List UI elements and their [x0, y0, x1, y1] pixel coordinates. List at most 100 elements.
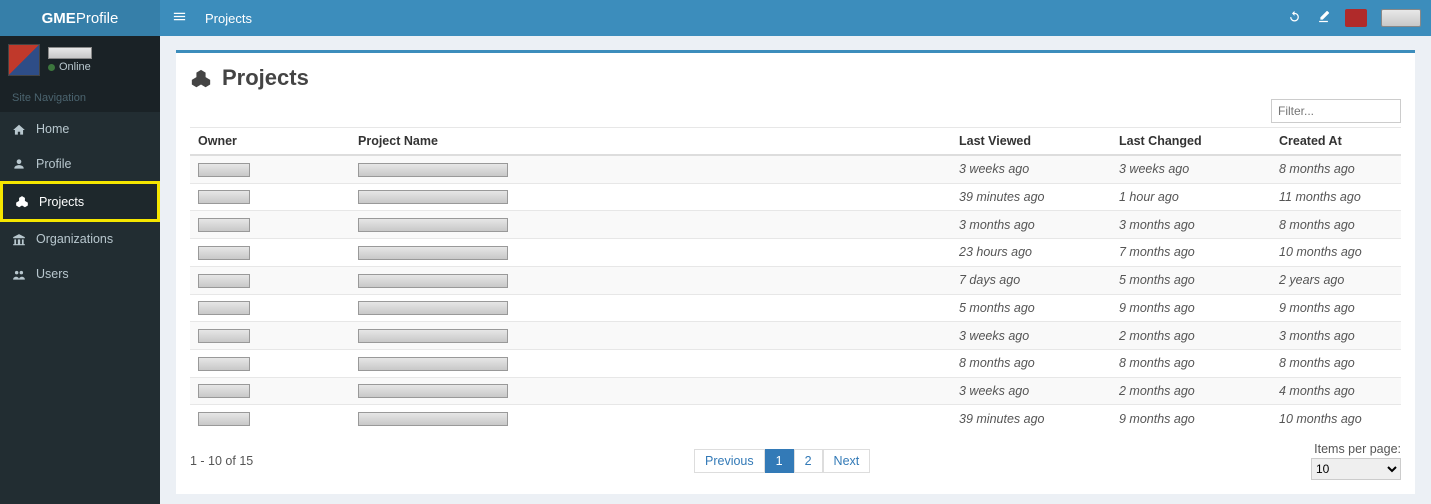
sidebar-item-profile[interactable]: Profile	[0, 147, 160, 182]
cell-last-changed: 7 months ago	[1111, 239, 1271, 267]
table-row[interactable]: 5 months ago9 months ago9 months ago	[190, 294, 1401, 322]
refresh-icon[interactable]	[1287, 9, 1302, 27]
cell-last-viewed: 5 months ago	[951, 294, 1111, 322]
owner-redacted	[198, 301, 250, 315]
sidebar-user-name-redacted	[48, 47, 92, 59]
brush-icon[interactable]	[1316, 9, 1331, 27]
top-bar: GMEProfile Projects	[0, 0, 1431, 36]
cubes-icon	[190, 65, 212, 91]
owner-redacted	[198, 274, 250, 288]
sidebar-nav-header: Site Navigation	[0, 84, 160, 112]
range-indicator: 1 - 10 of 15	[190, 454, 253, 468]
cell-last-changed: 2 months ago	[1111, 377, 1271, 405]
owner-redacted	[198, 384, 250, 398]
cell-last-viewed: 39 minutes ago	[951, 183, 1111, 211]
cell-last-changed: 3 weeks ago	[1111, 155, 1271, 183]
sidebar-item-label: Home	[36, 122, 69, 136]
table-row[interactable]: 8 months ago8 months ago8 months ago	[190, 349, 1401, 377]
project-name-redacted	[358, 218, 508, 232]
col-created[interactable]: Created At	[1271, 128, 1401, 156]
table-footer: 1 - 10 of 15 Previous 1 2 Next Items per…	[190, 442, 1401, 480]
owner-redacted	[198, 218, 250, 232]
brand-bold: GME	[42, 10, 76, 27]
page-previous[interactable]: Previous	[694, 449, 765, 473]
sidebar-user-status: Online	[48, 61, 92, 73]
project-name-redacted	[358, 190, 508, 204]
institution-icon	[12, 232, 26, 247]
table-row[interactable]: 3 weeks ago2 months ago3 months ago	[190, 322, 1401, 350]
cell-last-viewed: 8 months ago	[951, 349, 1111, 377]
users-icon	[12, 267, 26, 282]
cell-created-at: 4 months ago	[1271, 377, 1401, 405]
brand-logo[interactable]: GMEProfile	[0, 0, 160, 36]
filter-input[interactable]	[1271, 99, 1401, 123]
owner-redacted	[198, 357, 250, 371]
project-name-redacted	[358, 301, 508, 315]
pager: Previous 1 2 Next	[694, 449, 870, 473]
page-1[interactable]: 1	[765, 449, 794, 473]
sidebar-item-label: Projects	[39, 195, 84, 209]
cell-last-changed: 9 months ago	[1111, 294, 1271, 322]
cell-created-at: 3 months ago	[1271, 322, 1401, 350]
cell-last-changed: 8 months ago	[1111, 349, 1271, 377]
sidebar-item-label: Profile	[36, 157, 71, 171]
user-avatar-icon[interactable]	[1345, 9, 1367, 27]
home-icon	[12, 122, 26, 137]
table-row[interactable]: 23 hours ago7 months ago10 months ago	[190, 239, 1401, 267]
cell-created-at: 8 months ago	[1271, 211, 1401, 239]
table-row[interactable]: 3 months ago3 months ago8 months ago	[190, 211, 1401, 239]
cell-last-viewed: 7 days ago	[951, 266, 1111, 294]
page-next[interactable]: Next	[823, 449, 871, 473]
cell-last-viewed: 39 minutes ago	[951, 405, 1111, 432]
project-name-redacted	[358, 384, 508, 398]
sidebar-item-users[interactable]: Users	[0, 257, 160, 292]
sidebar-item-organizations[interactable]: Organizations	[0, 222, 160, 257]
sidebar-toggle-icon[interactable]	[172, 9, 187, 27]
table-row[interactable]: 39 minutes ago9 months ago10 months ago	[190, 405, 1401, 432]
page-2[interactable]: 2	[794, 449, 823, 473]
cell-created-at: 2 years ago	[1271, 266, 1401, 294]
project-name-redacted	[358, 246, 508, 260]
projects-panel: Projects Owner Project Name Last Viewed …	[176, 50, 1415, 494]
project-name-redacted	[358, 163, 508, 177]
col-name[interactable]: Project Name	[350, 128, 951, 156]
cell-last-viewed: 3 weeks ago	[951, 155, 1111, 183]
cell-last-changed: 5 months ago	[1111, 266, 1271, 294]
sidebar-item-projects[interactable]: Projects	[0, 181, 160, 222]
cell-last-viewed: 3 weeks ago	[951, 322, 1111, 350]
table-row[interactable]: 7 days ago5 months ago2 years ago	[190, 266, 1401, 294]
project-name-redacted	[358, 357, 508, 371]
cell-created-at: 10 months ago	[1271, 239, 1401, 267]
col-owner[interactable]: Owner	[190, 128, 350, 156]
cell-last-changed: 1 hour ago	[1111, 183, 1271, 211]
cell-created-at: 11 months ago	[1271, 183, 1401, 211]
table-row[interactable]: 3 weeks ago3 weeks ago8 months ago	[190, 155, 1401, 183]
cell-last-viewed: 3 months ago	[951, 211, 1111, 239]
sidebar: Online Site Navigation Home Profile Proj…	[0, 36, 160, 504]
page-title: Projects	[190, 65, 1401, 91]
cell-created-at: 9 months ago	[1271, 294, 1401, 322]
owner-redacted	[198, 246, 250, 260]
cell-last-changed: 9 months ago	[1111, 405, 1271, 432]
projects-table: Owner Project Name Last Viewed Last Chan…	[190, 127, 1401, 432]
col-changed[interactable]: Last Changed	[1111, 128, 1271, 156]
brand-light: Profile	[76, 10, 119, 27]
cell-last-viewed: 23 hours ago	[951, 239, 1111, 267]
cell-last-changed: 3 months ago	[1111, 211, 1271, 239]
sidebar-item-home[interactable]: Home	[0, 112, 160, 147]
cell-last-viewed: 3 weeks ago	[951, 377, 1111, 405]
owner-redacted	[198, 412, 250, 426]
table-row[interactable]: 3 weeks ago2 months ago4 months ago	[190, 377, 1401, 405]
cell-created-at: 10 months ago	[1271, 405, 1401, 432]
col-viewed[interactable]: Last Viewed	[951, 128, 1111, 156]
cubes-icon	[15, 194, 29, 209]
owner-redacted	[198, 329, 250, 343]
status-dot-icon	[48, 64, 55, 71]
items-per-page: Items per page: 10	[1311, 442, 1401, 480]
user-name-redacted[interactable]	[1381, 9, 1421, 27]
cell-last-changed: 2 months ago	[1111, 322, 1271, 350]
sidebar-user-avatar	[8, 44, 40, 76]
items-per-page-select[interactable]: 10	[1311, 458, 1401, 480]
cell-created-at: 8 months ago	[1271, 155, 1401, 183]
table-row[interactable]: 39 minutes ago1 hour ago11 months ago	[190, 183, 1401, 211]
